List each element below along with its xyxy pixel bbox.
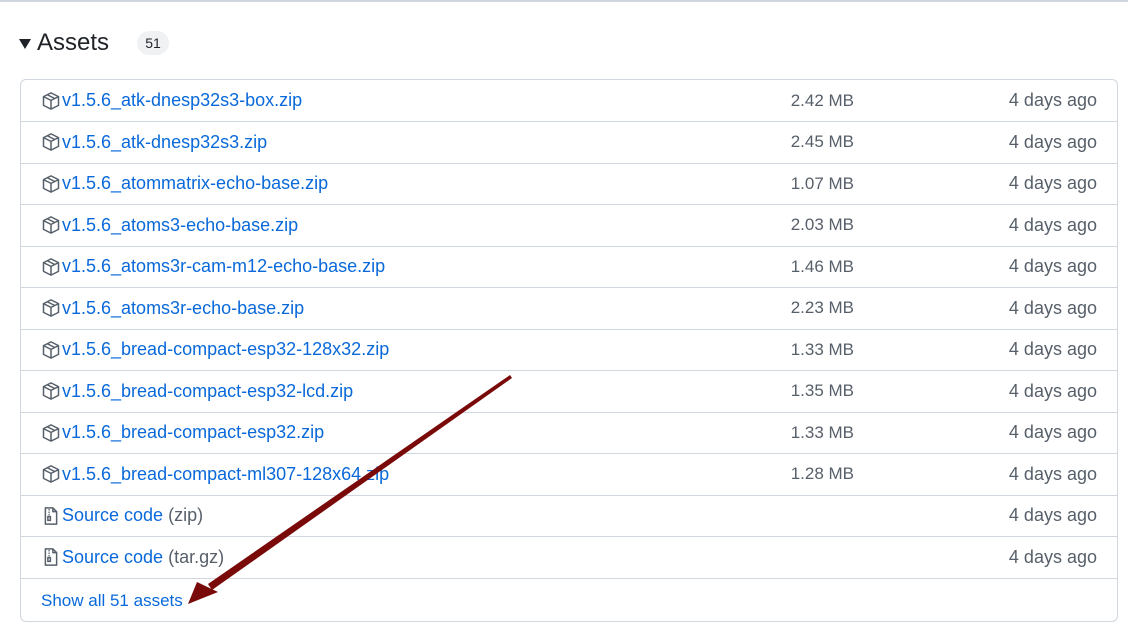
asset-date: 4 days ago [1008,546,1097,567]
asset-name: v1.5.6_atoms3-echo-base.zip [62,214,299,235]
asset-size: 2.42 MB [790,90,854,110]
asset-link[interactable]: v1.5.6_atommatrix-echo-base.zip [41,163,328,204]
show-all-assets-link[interactable]: Show all 51 assets [41,590,183,612]
package-icon [41,340,61,360]
asset-row: v1.5.6_atoms3-echo-base.zip 2.03 MB 4 da… [21,205,1117,247]
asset-name: v1.5.6_atk-dnesp32s3.zip [62,131,268,152]
source-code-format: (zip) [168,505,204,525]
asset-date: 4 days ago [1008,214,1097,235]
asset-date: 4 days ago [1008,90,1097,110]
caret-down-icon[interactable] [19,39,31,49]
package-icon [41,464,61,484]
asset-link[interactable]: v1.5.6_bread-compact-esp32-128x32.zip [41,329,389,370]
asset-size: 1.46 MB [790,256,854,276]
package-icon [41,423,61,443]
asset-name: v1.5.6_bread-compact-esp32.zip [62,422,325,442]
package-icon [41,381,61,401]
package-icon [41,132,61,152]
asset-date: 4 days ago [1008,173,1097,193]
asset-name: v1.5.6_bread-compact-ml307-128x64.zip [62,463,390,484]
asset-date: 4 days ago [1008,505,1097,525]
asset-row: v1.5.6_atommatrix-echo-base.zip 1.07 MB … [21,163,1117,205]
package-icon [41,298,61,318]
asset-size: 1.33 MB [790,422,854,442]
asset-row: v1.5.6_atoms3r-echo-base.zip 2.23 MB 4 d… [21,288,1117,330]
source-code-targz-link[interactable]: Source code (tar.gz) [41,537,224,578]
asset-size: 2.45 MB [790,132,854,151]
asset-date: 4 days ago [1008,422,1097,442]
asset-row: v1.5.6_bread-compact-esp32-128x32.zip 1.… [21,329,1117,371]
assets-title: Assets [37,29,110,56]
package-icon [41,174,61,194]
asset-date: 4 days ago [1008,131,1097,152]
file-zip-icon [41,547,61,567]
assets-header[interactable]: Assets 51 [19,26,170,60]
top-divider [0,0,1128,2]
asset-link[interactable]: v1.5.6_bread-compact-esp32-lcd.zip [41,371,353,412]
asset-name: v1.5.6_atommatrix-echo-base.zip [62,173,329,193]
asset-date: 4 days ago [1008,297,1097,318]
asset-size: 1.33 MB [790,339,854,359]
asset-name: v1.5.6_atk-dnesp32s3-box.zip [62,90,303,110]
source-code-format: (tar.gz) [168,546,225,567]
source-code-zip-link[interactable]: Source code (zip) [41,495,203,536]
asset-link[interactable]: v1.5.6_atoms3r-cam-m12-echo-base.zip [41,246,385,287]
asset-size: 1.35 MB [790,381,854,400]
asset-row: v1.5.6_atk-dnesp32s3-box.zip 2.42 MB 4 d… [21,80,1117,122]
package-icon [41,215,61,235]
asset-row: v1.5.6_bread-compact-esp32-lcd.zip 1.35 … [21,371,1117,413]
asset-row: v1.5.6_bread-compact-ml307-128x64.zip 1.… [21,454,1117,496]
asset-row: v1.5.6_atoms3r-cam-m12-echo-base.zip 1.4… [21,246,1117,288]
package-icon [41,257,61,277]
asset-name: v1.5.6_atoms3r-echo-base.zip [62,297,305,318]
asset-date: 4 days ago [1008,339,1097,359]
asset-size: 2.03 MB [790,215,854,234]
assets-list: v1.5.6_atk-dnesp32s3-box.zip 2.42 MB 4 d… [20,79,1118,622]
source-code-label: Source code [62,546,164,567]
asset-row: v1.5.6_bread-compact-esp32.zip 1.33 MB 4… [21,412,1117,454]
source-code-label: Source code [62,505,164,525]
asset-link[interactable]: v1.5.6_bread-compact-ml307-128x64.zip [41,454,389,495]
asset-link[interactable]: v1.5.6_atoms3-echo-base.zip [41,205,298,246]
asset-size: 1.28 MB [790,464,854,483]
asset-name: v1.5.6_bread-compact-esp32-128x32.zip [62,339,390,359]
asset-date: 4 days ago [1008,256,1097,276]
assets-count-badge: 51 [137,31,170,55]
package-icon [41,91,61,111]
asset-name: v1.5.6_atoms3r-cam-m12-echo-base.zip [62,256,386,276]
asset-link[interactable]: v1.5.6_bread-compact-esp32.zip [41,412,324,453]
asset-size: 2.23 MB [790,298,854,317]
source-code-row: Source code (tar.gz) 4 days ago [21,537,1117,579]
file-zip-icon [41,506,61,526]
asset-link[interactable]: v1.5.6_atoms3r-echo-base.zip [41,288,304,329]
source-code-row: Source code (zip) 4 days ago [21,495,1117,537]
asset-link[interactable]: v1.5.6_atk-dnesp32s3-box.zip [41,80,302,121]
asset-date: 4 days ago [1008,463,1097,484]
asset-size: 1.07 MB [790,173,854,193]
asset-row: v1.5.6_atk-dnesp32s3.zip 2.45 MB 4 days … [21,122,1117,164]
asset-date: 4 days ago [1008,380,1097,401]
asset-link[interactable]: v1.5.6_atk-dnesp32s3.zip [41,122,267,163]
asset-name: v1.5.6_bread-compact-esp32-lcd.zip [62,380,354,401]
